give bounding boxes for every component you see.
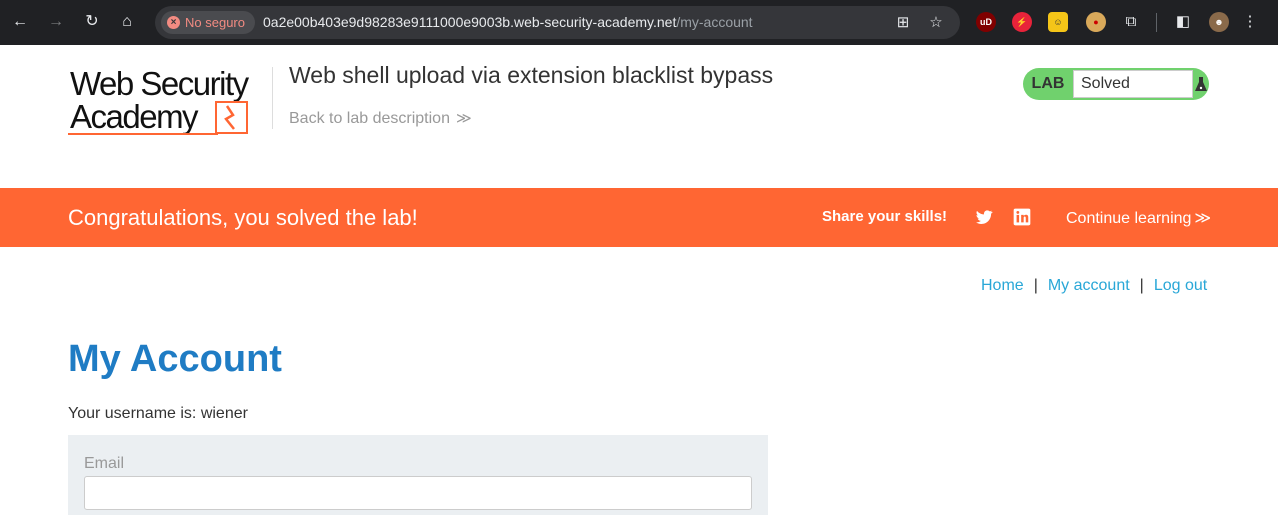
nav-my-account-link[interactable]: My account xyxy=(1048,277,1130,294)
translate-icon[interactable]: ⊞ xyxy=(893,13,913,33)
flask-icon xyxy=(1195,77,1207,91)
back-arrow-icon[interactable]: ← xyxy=(9,11,31,33)
cookie-extension-icon[interactable]: ● xyxy=(1086,12,1106,32)
bookmark-star-icon[interactable]: ☆ xyxy=(926,13,946,33)
profile-avatar-icon[interactable]: ☻ xyxy=(1209,12,1229,32)
back-to-description-link[interactable]: Back to lab description ≫ xyxy=(289,109,472,128)
congratulations-message: Congratulations, you solved the lab! xyxy=(68,205,418,230)
academy-logo[interactable]: Web Security Academy xyxy=(68,65,273,140)
logo-line1: Web Security xyxy=(70,65,249,102)
double-chevron-icon: ≫ xyxy=(455,110,472,127)
reload-icon[interactable]: ↻ xyxy=(81,11,103,33)
url-path: /my-account xyxy=(676,14,753,30)
account-nav: Home | My account | Log out xyxy=(981,277,1207,295)
nav-separator: | xyxy=(1033,277,1038,294)
lego-extension-icon[interactable]: ☺ xyxy=(1048,12,1068,32)
logo-line2: Academy xyxy=(70,98,199,135)
update-email-form: Email xyxy=(68,435,768,515)
solved-banner: Congratulations, you solved the lab! Sha… xyxy=(0,188,1278,247)
continue-learning-link[interactable]: Continue learning ≫ xyxy=(1066,208,1211,228)
email-field[interactable] xyxy=(84,476,752,510)
home-icon[interactable]: ⌂ xyxy=(116,11,138,33)
linkedin-icon[interactable] xyxy=(1012,207,1032,227)
nav-separator: | xyxy=(1139,277,1144,294)
continue-learning-label: Continue learning xyxy=(1066,210,1192,227)
back-link-label: Back to lab description xyxy=(289,110,450,127)
twitter-icon[interactable] xyxy=(974,207,994,227)
nav-log-out-link[interactable]: Log out xyxy=(1154,277,1207,294)
header-divider xyxy=(272,67,273,129)
address-bar[interactable]: × No seguro 0a2e00b403e9d98283e9111000e9… xyxy=(155,6,960,39)
security-chip[interactable]: × No seguro xyxy=(161,11,255,34)
extensions-puzzle-icon[interactable]: ⧉ xyxy=(1121,12,1141,32)
lab-state: Solved xyxy=(1073,70,1193,98)
side-panel-icon[interactable]: ◧ xyxy=(1173,12,1193,32)
lab-status-widget: LAB Solved xyxy=(1023,68,1209,100)
share-skills-label: Share your skills! xyxy=(822,208,948,225)
lightning-extension-icon[interactable]: ⚡ xyxy=(1012,12,1032,32)
lab-title: Web shell upload via extension blacklist… xyxy=(289,62,774,88)
url-host: 0a2e00b403e9d98283e9111000e9003b.web-sec… xyxy=(263,14,677,30)
toolbar-divider xyxy=(1156,13,1157,32)
username-text: Your username is: wiener xyxy=(68,405,248,422)
browser-toolbar: ← → ↻ ⌂ × No seguro 0a2e00b403e9d98283e9… xyxy=(0,0,1278,45)
logo-bolt-icon xyxy=(215,101,248,134)
menu-dots-icon[interactable]: ⋮ xyxy=(1240,12,1260,32)
page-title: My Account xyxy=(68,338,282,380)
email-label: Email xyxy=(84,455,125,472)
nav-home-link[interactable]: Home xyxy=(981,277,1024,294)
site-header: Web Security Academy Web shell upload vi… xyxy=(0,45,1278,188)
warning-icon: × xyxy=(167,16,180,29)
ublock-extension-icon[interactable]: uD xyxy=(976,12,996,32)
double-chevron-icon: ≫ xyxy=(1194,210,1212,227)
url-text[interactable]: 0a2e00b403e9d98283e9111000e9003b.web-sec… xyxy=(263,14,753,30)
logo-underline xyxy=(68,133,218,135)
lab-badge: LAB xyxy=(1031,75,1065,92)
forward-arrow-icon[interactable]: → xyxy=(45,11,67,33)
security-label: No seguro xyxy=(185,15,245,30)
